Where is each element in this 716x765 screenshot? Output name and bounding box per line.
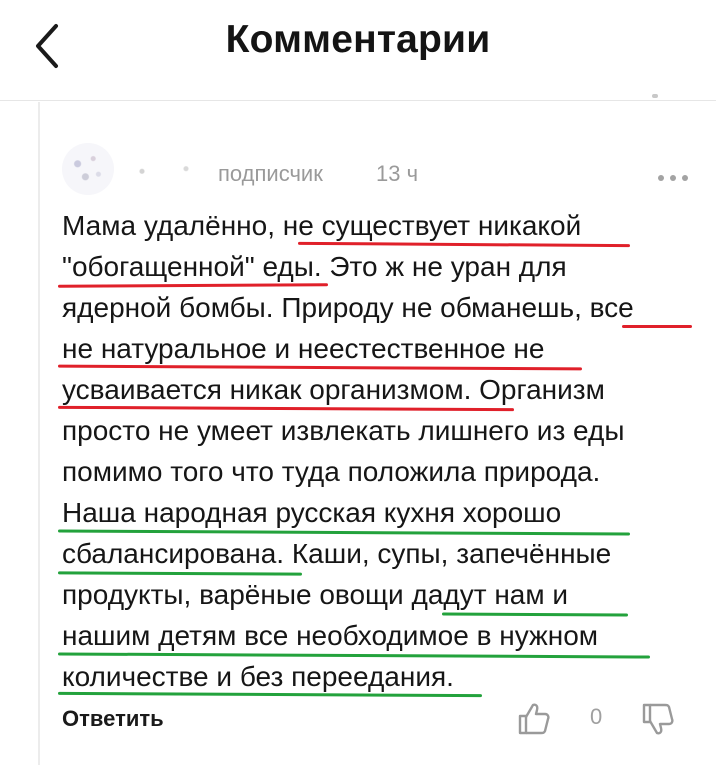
like-button[interactable] — [516, 700, 552, 741]
comment-line: сбалансирована. Каши, супы, запечённые — [62, 538, 612, 569]
comment-line: ядерной бомбы. Природу не обманешь, все — [62, 292, 634, 323]
thread-line — [38, 102, 40, 765]
more-horizontal-icon — [658, 175, 688, 181]
author-name-blurred[interactable] — [130, 157, 210, 183]
comment-line: продукты, варёные овощи дадут нам и — [62, 579, 569, 610]
comment-line: просто не умеет извлекать лишнего из еды — [62, 415, 625, 446]
page-title: Комментарии — [225, 18, 491, 61]
header-divider — [0, 100, 716, 101]
comment-line: нашим детям все необходимое в нужном — [62, 620, 599, 651]
comment-line: помимо того что туда положила природа. — [62, 456, 601, 487]
like-count: 0 — [590, 704, 603, 729]
author-role: подписчик — [218, 161, 323, 186]
comment-line: количестве и без переедания. — [62, 661, 454, 692]
top-bar: Комментарии — [0, 0, 716, 100]
comment-time: 13 ч — [376, 161, 419, 186]
comment-text: Мама удалённо, не существует никакой "об… — [57, 205, 702, 698]
comment-card: подписчик 13 ч Мама удалённо, не существ… — [57, 135, 702, 698]
comment-actions: Ответить 0 — [62, 700, 702, 740]
thumbs-down-icon — [642, 703, 674, 735]
dislike-button[interactable] — [640, 702, 676, 743]
thumbs-up-icon — [518, 703, 550, 735]
red-underline — [622, 325, 692, 328]
comment-line: Наша народная русская кухня хорошо — [62, 497, 562, 528]
comment-line: Мама удалённо, не существует никакой — [62, 210, 582, 241]
comment-line: "обогащенной" еды. Это ж не уран для — [62, 251, 567, 282]
scroll-indicator — [652, 94, 658, 98]
more-button[interactable] — [658, 169, 688, 181]
comment-line: не натуральное и неестественное не — [62, 333, 545, 364]
comment-line: усваивается никак организмом. Организм — [62, 374, 605, 405]
comment-meta: подписчик 13 ч — [62, 135, 702, 205]
avatar[interactable] — [62, 143, 114, 195]
reply-button[interactable]: Ответить — [62, 706, 164, 732]
